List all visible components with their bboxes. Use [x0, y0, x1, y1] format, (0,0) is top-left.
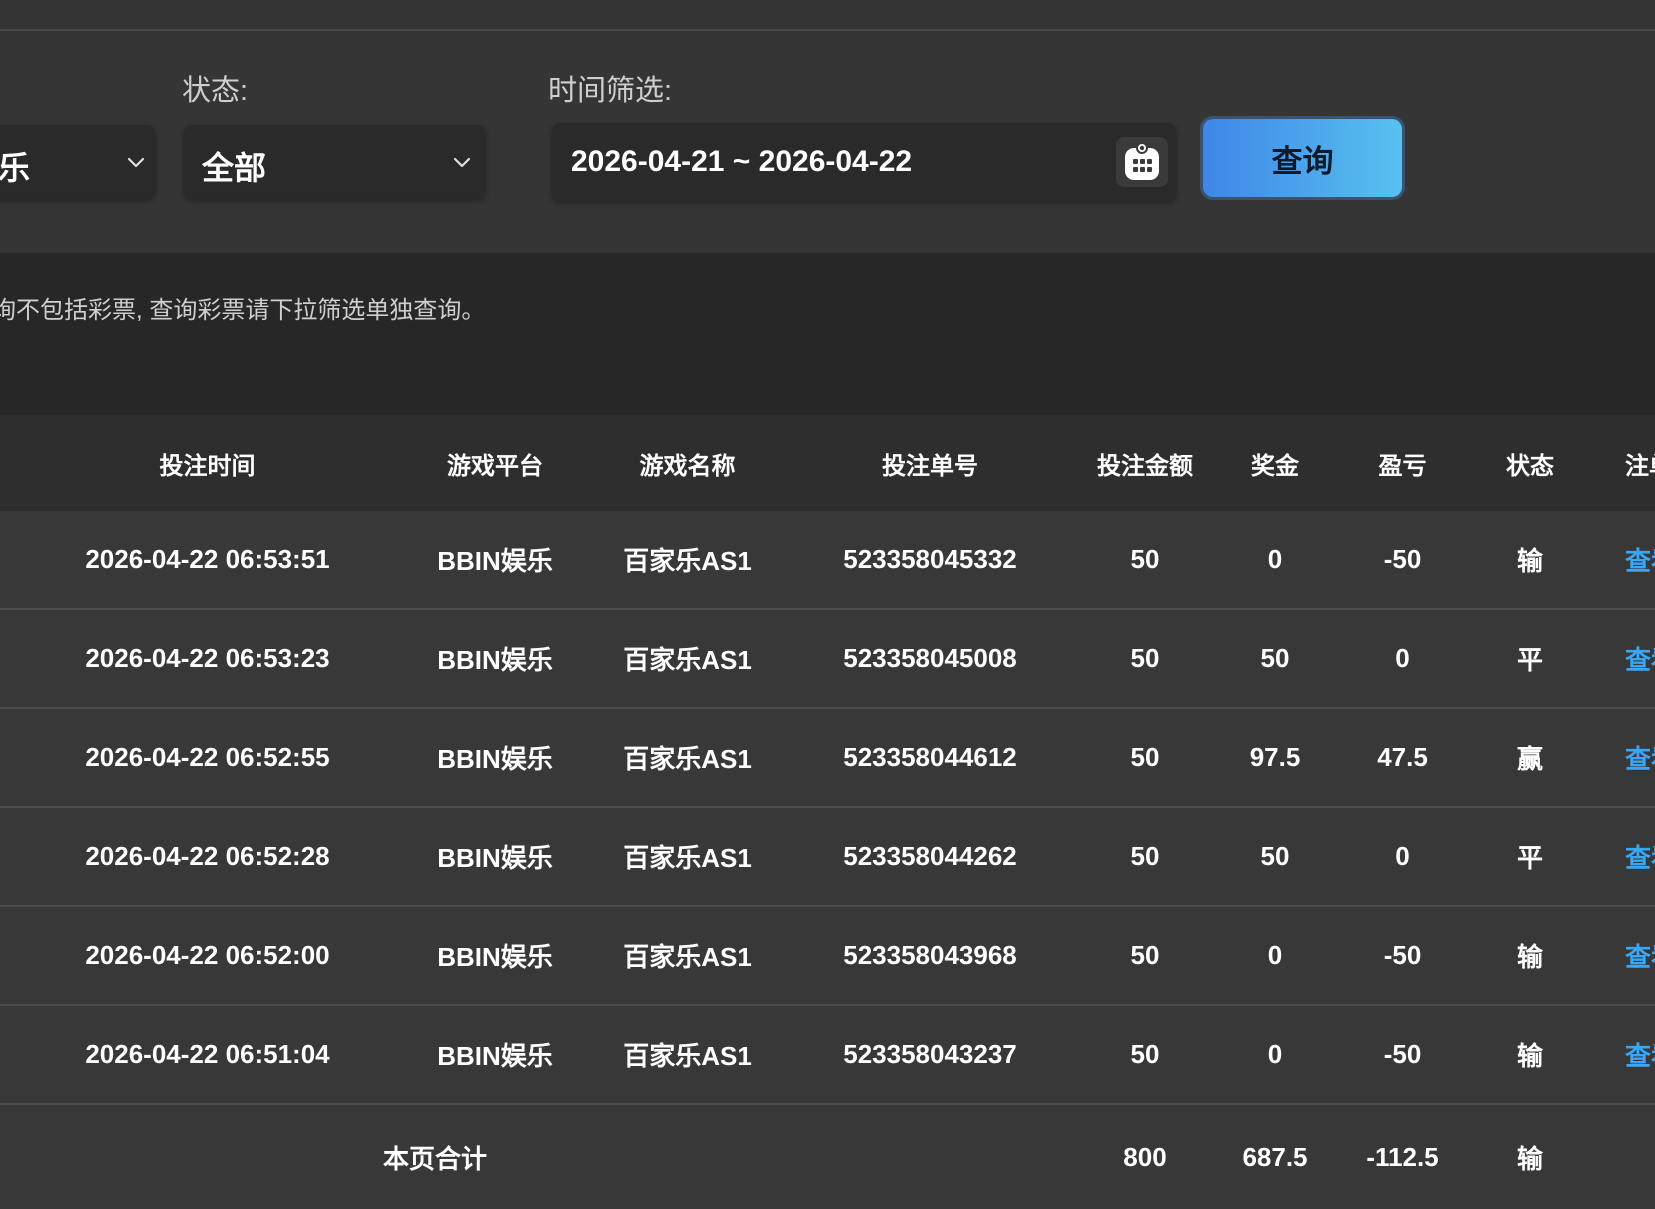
cell-bonus: 0	[1267, 544, 1283, 574]
header-profit: 盈亏	[1378, 452, 1427, 480]
cell-game-name: 百家乐AS1	[623, 744, 752, 774]
table-row: 2026-04-22 06:53:51 BBIN娱乐 百家乐AS1 523358…	[0, 511, 1655, 610]
view-ticket-link[interactable]: 查看	[1625, 511, 1655, 608]
total-bonus: 687.5	[1242, 1141, 1308, 1172]
status-select-value: 全部	[202, 150, 267, 186]
header-amount: 投注金额	[1097, 452, 1193, 480]
cell-bonus: 50	[1260, 643, 1290, 673]
platform-select[interactable]: 乐	[0, 125, 155, 199]
cell-order-no: 523358043237	[843, 1039, 1017, 1069]
cell-profit: 0	[1395, 643, 1410, 673]
calendar-button[interactable]	[1116, 137, 1168, 187]
header-ticket: 注单	[1625, 452, 1655, 480]
cell-status: 输	[1516, 942, 1543, 972]
table-row: 2026-04-22 06:52:28 BBIN娱乐 百家乐AS1 523358…	[0, 808, 1655, 907]
cell-profit: -50	[1383, 940, 1422, 970]
cell-status: 输	[1516, 546, 1543, 576]
cell-bet-time: 2026-04-22 06:53:23	[85, 643, 330, 673]
cell-platform: BBIN娱乐	[437, 1041, 553, 1071]
cell-platform: BBIN娱乐	[437, 744, 553, 774]
table-row: 2026-04-22 06:53:23 BBIN娱乐 百家乐AS1 523358…	[0, 610, 1655, 709]
view-ticket-link[interactable]: 查看	[1625, 907, 1655, 1004]
view-ticket-link[interactable]: 查看	[1625, 709, 1655, 806]
cell-status: 平	[1516, 843, 1543, 873]
cell-bet-time: 2026-04-22 06:53:51	[85, 544, 330, 574]
header-status: 状态	[1506, 452, 1554, 480]
cell-order-no: 523358044262	[843, 841, 1017, 871]
table-row: 2026-04-22 06:52:00 BBIN娱乐 百家乐AS1 523358…	[0, 907, 1655, 1006]
total-profit: -112.5	[1366, 1141, 1439, 1172]
cell-bet-time: 2026-04-22 06:52:28	[85, 841, 330, 871]
cell-order-no: 523358044612	[843, 742, 1017, 772]
status-select[interactable]: 全部	[184, 125, 486, 199]
header-bet-time: 投注时间	[159, 452, 256, 480]
table-row: 2026-04-22 06:52:55 BBIN娱乐 百家乐AS1 523358…	[0, 709, 1655, 808]
table-header: 投注时间 游戏平台 游戏名称 投注单号 投注金额 奖金 盈亏 状态 注单	[0, 415, 1655, 511]
cell-platform: BBIN娱乐	[437, 843, 553, 873]
cell-platform: BBIN娱乐	[437, 546, 553, 576]
header-bonus: 奖金	[1251, 452, 1299, 480]
notice-text: 询不包括彩票, 查询彩票请下拉筛选单独查询。	[0, 297, 486, 324]
cell-amount: 50	[1130, 841, 1160, 871]
cell-game-name: 百家乐AS1	[623, 546, 752, 576]
view-ticket-link[interactable]: 查看	[1625, 1006, 1655, 1103]
header-game-name: 游戏名称	[639, 452, 736, 480]
cell-bonus: 0	[1267, 1039, 1283, 1069]
time-filter-label: 时间筛选:	[548, 75, 673, 107]
cell-status: 输	[1516, 1041, 1543, 1071]
cell-profit: 47.5	[1377, 742, 1428, 772]
date-range-value: 2026-04-21 ~ 2026-04-22	[571, 145, 913, 178]
cell-bet-time: 2026-04-22 06:51:04	[85, 1039, 330, 1069]
query-button[interactable]: 查询	[1203, 119, 1402, 197]
cell-game-name: 百家乐AS1	[623, 942, 752, 972]
header-platform: 游戏平台	[447, 452, 543, 480]
cell-platform: BBIN娱乐	[437, 942, 553, 972]
date-range-input[interactable]: 2026-04-21 ~ 2026-04-22	[552, 123, 1176, 201]
cell-platform: BBIN娱乐	[437, 645, 553, 675]
chevron-down-icon	[127, 157, 145, 168]
cell-bet-time: 2026-04-22 06:52:55	[85, 742, 330, 772]
view-ticket-link[interactable]: 查看	[1625, 610, 1655, 707]
cell-status: 平	[1516, 645, 1543, 675]
cell-amount: 50	[1130, 643, 1160, 673]
total-label: 本页合计	[382, 1143, 487, 1174]
cell-profit: 0	[1395, 841, 1410, 871]
cell-profit: -50	[1383, 544, 1422, 574]
view-ticket-link[interactable]: 查看	[1625, 808, 1655, 905]
cell-amount: 50	[1130, 1039, 1160, 1069]
cell-bet-time: 2026-04-22 06:52:00	[85, 940, 330, 970]
header-order-no: 投注单号	[882, 452, 978, 480]
cell-order-no: 523358045332	[843, 544, 1017, 574]
cell-status: 赢	[1516, 744, 1543, 774]
cell-amount: 50	[1130, 742, 1160, 772]
total-status: 输	[1516, 1143, 1543, 1174]
cell-game-name: 百家乐AS1	[623, 843, 752, 873]
cell-game-name: 百家乐AS1	[623, 645, 752, 675]
cell-amount: 50	[1130, 940, 1160, 970]
cell-order-no: 523358043968	[843, 940, 1017, 970]
page-total-row: 本页合计 800 687.5 -112.5 输	[0, 1105, 1655, 1209]
cell-bonus: 0	[1267, 940, 1283, 970]
calendar-icon	[1125, 142, 1159, 180]
cell-bonus: 97.5	[1249, 742, 1301, 772]
cell-order-no: 523358045008	[843, 643, 1017, 673]
total-amount: 800	[1123, 1141, 1167, 1172]
status-label: 状态:	[182, 75, 249, 107]
bet-records-table: 投注时间 游戏平台 游戏名称 投注单号 投注金额 奖金 盈亏 状态 注单 202…	[0, 415, 1655, 1209]
notice-panel: 询不包括彩票, 查询彩票请下拉筛选单独查询。	[0, 253, 1655, 415]
platform-select-value: 乐	[0, 150, 31, 186]
cell-game-name: 百家乐AS1	[623, 1041, 752, 1071]
cell-amount: 50	[1130, 544, 1160, 574]
cell-profit: -50	[1383, 1039, 1422, 1069]
table-row: 2026-04-22 06:51:04 BBIN娱乐 百家乐AS1 523358…	[0, 1006, 1655, 1105]
chevron-down-icon	[453, 157, 471, 168]
cell-bonus: 50	[1260, 841, 1290, 871]
